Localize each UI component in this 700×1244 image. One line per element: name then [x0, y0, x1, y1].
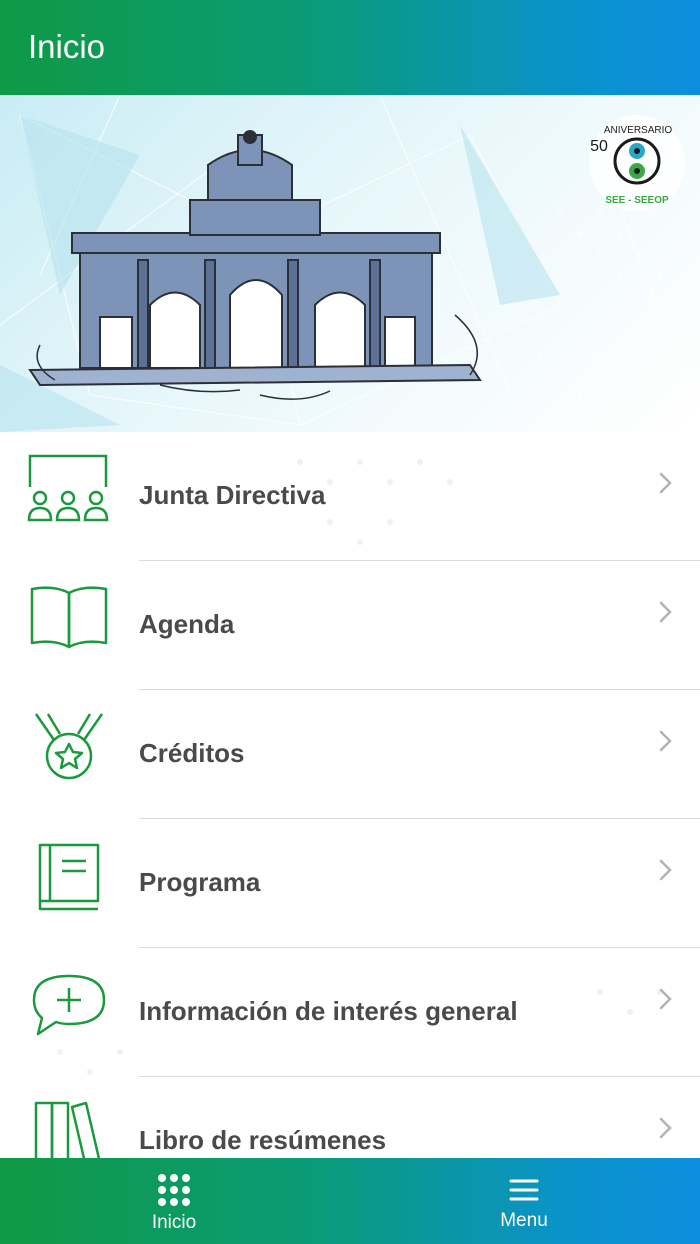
medal-icon: [34, 713, 104, 780]
menu-item-agenda[interactable]: Agenda: [0, 561, 700, 690]
menu-item-informacion[interactable]: Información de interés general: [0, 948, 700, 1077]
bottom-tab-bar: Inicio Menu: [0, 1158, 700, 1244]
tab-label: Menu: [500, 1210, 548, 1231]
top-app-bar: Inicio: [0, 0, 700, 95]
chevron-right-icon: [659, 1117, 672, 1139]
chevron-right-icon: [659, 730, 672, 752]
menu-item-programa[interactable]: Programa: [0, 819, 700, 948]
tab-menu[interactable]: Menu: [424, 1158, 624, 1244]
page-title: Inicio: [28, 28, 106, 65]
hamburger-icon: [509, 1179, 539, 1201]
banner-illustration: ANIVERSARIO 50 SEE - SEEOP: [0, 95, 691, 432]
menu-item-label: Junta Directiva: [139, 480, 326, 510]
menu-item-label: Programa: [139, 867, 261, 897]
menu-item-label: Libro de resúmenes: [139, 1125, 387, 1155]
logo-bottom-text: SEE - SEEOP: [605, 195, 669, 206]
chevron-right-icon: [659, 472, 672, 494]
program-book-icon: [38, 843, 100, 911]
menu-item-label: Créditos: [139, 738, 245, 768]
anniversary-logo: ANIVERSARIO 50 SEE - SEEOP: [589, 115, 685, 211]
chevron-right-icon: [659, 859, 672, 881]
menu-item-libro-resumenes[interactable]: Libro de resúmenes: [0, 1077, 700, 1158]
hero-banner: ANIVERSARIO 50 SEE - SEEOP: [0, 95, 700, 432]
menu-item-junta-directiva[interactable]: Junta Directiva: [0, 432, 700, 561]
chevron-right-icon: [659, 601, 672, 623]
tab-label: Inicio: [151, 1212, 197, 1233]
logo-number: 50: [590, 138, 608, 155]
grid-icon: [158, 1174, 190, 1206]
menu-item-creditos[interactable]: Créditos: [0, 690, 700, 819]
board-meeting-icon: [27, 454, 109, 522]
books-icon: [34, 1101, 101, 1158]
menu-item-label: Agenda: [139, 609, 235, 639]
tab-inicio[interactable]: Inicio: [74, 1158, 274, 1244]
menu-item-label: Información de interés general: [139, 996, 518, 1026]
logo-top-text: ANIVERSARIO: [604, 125, 673, 136]
main-menu-list: Junta Directiva Agenda Créditos Programa…: [0, 432, 700, 1158]
chevron-right-icon: [659, 988, 672, 1010]
chat-plus-icon: [32, 974, 106, 1036]
open-book-icon: [30, 586, 108, 649]
